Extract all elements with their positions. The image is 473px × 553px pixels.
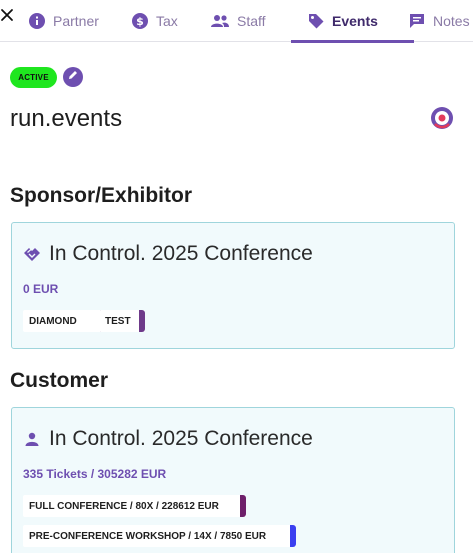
tab-notes[interactable]: Notes bbox=[406, 0, 470, 42]
card-heading: In Control. 2025 Conference bbox=[23, 242, 313, 266]
sponsor-section-title: Sponsor/Exhibitor bbox=[10, 184, 193, 207]
comment-icon bbox=[408, 12, 426, 30]
tab-staff[interactable]: Staff bbox=[210, 0, 299, 42]
tab-tax[interactable]: $ Tax bbox=[131, 0, 210, 42]
sponsor-chip-test[interactable]: TEST bbox=[99, 310, 145, 332]
tab-bar: Partner $ Tax Staff Events Notes bbox=[0, 0, 473, 43]
event-name: In Control. 2025 Conference bbox=[49, 242, 313, 265]
pencil-icon bbox=[67, 68, 79, 86]
ticket-summary: 335 Tickets / 305282 EUR bbox=[23, 467, 167, 481]
page-title: run.events bbox=[10, 105, 123, 132]
chip-label: DIAMOND bbox=[29, 315, 77, 327]
tab-events[interactable]: Events bbox=[291, 0, 414, 43]
tab-label: Events bbox=[332, 13, 378, 29]
sponsor-event-card[interactable]: In Control. 2025 Conference 0 EUR DIAMON… bbox=[11, 222, 455, 349]
sponsor-amount: 0 EUR bbox=[23, 282, 59, 296]
tab-partner[interactable]: Partner bbox=[20, 0, 131, 42]
people-icon bbox=[210, 12, 230, 30]
dollar-icon: $ bbox=[131, 12, 149, 30]
tab-label: Tax bbox=[156, 13, 178, 29]
edit-button[interactable] bbox=[63, 67, 83, 87]
tab-label: Notes bbox=[433, 13, 470, 29]
chip-label: FULL CONFERENCE / 80X / 228612 EUR bbox=[29, 500, 219, 512]
person-icon bbox=[23, 430, 41, 448]
ticket-chip-pre-conference-workshop[interactable]: PRE-CONFERENCE WORKSHOP / 14X / 7850 EUR bbox=[23, 525, 296, 547]
tag-icon bbox=[307, 12, 325, 30]
tabs: Partner $ Tax Staff Events Notes bbox=[20, 0, 470, 43]
sponsor-chip-diamond[interactable]: DIAMOND bbox=[23, 310, 106, 332]
handshake-icon bbox=[23, 245, 41, 263]
card-heading: In Control. 2025 Conference bbox=[23, 427, 313, 451]
chip-label: TEST bbox=[105, 315, 131, 327]
chip-color-bar bbox=[290, 525, 296, 547]
event-name: In Control. 2025 Conference bbox=[49, 427, 313, 450]
tab-label: Partner bbox=[53, 13, 99, 29]
chip-label: PRE-CONFERENCE WORKSHOP / 14X / 7850 EUR bbox=[29, 530, 267, 542]
svg-text:$: $ bbox=[136, 15, 144, 28]
customer-event-card[interactable]: In Control. 2025 Conference 335 Tickets … bbox=[11, 407, 455, 553]
chip-color-bar bbox=[139, 310, 145, 332]
status-badge: ACTIVE bbox=[10, 67, 57, 88]
close-icon[interactable] bbox=[0, 8, 14, 22]
customer-section-title: Customer bbox=[10, 369, 109, 392]
chip-color-bar bbox=[240, 495, 246, 517]
ticket-chip-full-conference[interactable]: FULL CONFERENCE / 80X / 228612 EUR bbox=[23, 495, 246, 517]
info-icon bbox=[28, 12, 46, 30]
tab-label: Staff bbox=[237, 13, 266, 29]
target-icon bbox=[430, 106, 454, 130]
